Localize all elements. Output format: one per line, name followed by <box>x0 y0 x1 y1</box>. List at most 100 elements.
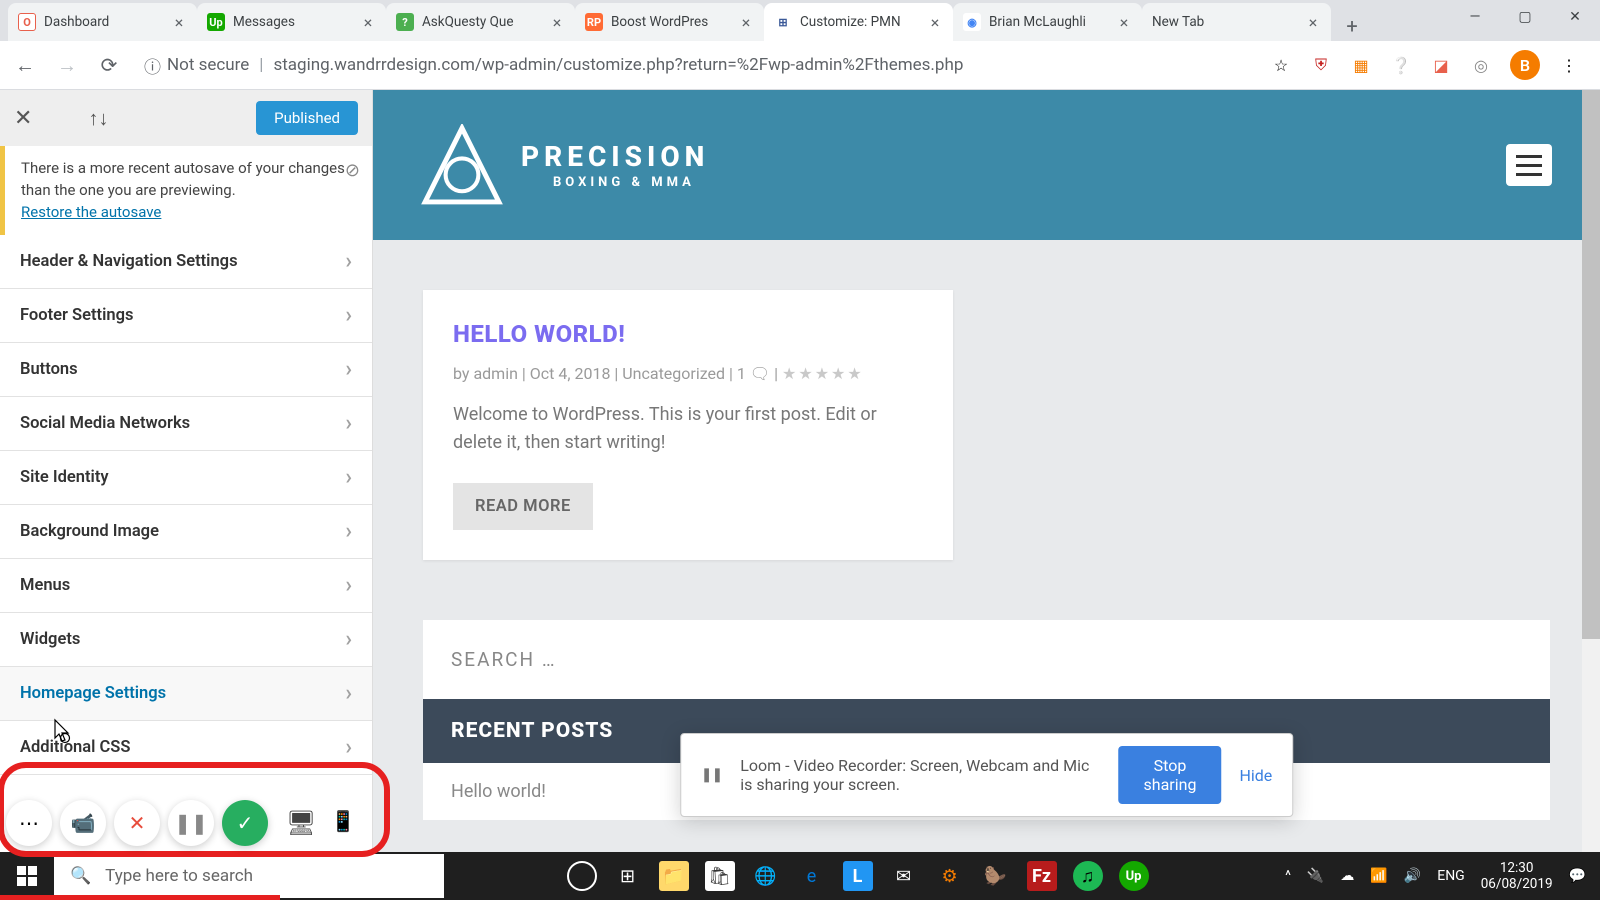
loom-camera-button[interactable]: 📹 <box>60 800 106 846</box>
loom-cancel-button[interactable]: ✕ <box>114 800 160 846</box>
volume-icon[interactable]: 🔊 <box>1404 868 1421 884</box>
tab-new-tab[interactable]: New Tab× <box>1142 3 1331 41</box>
tab-brian[interactable]: ◉Brian McLaughli× <box>953 3 1142 41</box>
filezilla-icon[interactable]: Fz <box>1027 861 1057 891</box>
wifi-icon[interactable]: 📶 <box>1370 868 1387 884</box>
post-title[interactable]: HELLO WORLD! <box>453 320 923 348</box>
panel-footer[interactable]: Footer Settings› <box>0 289 372 343</box>
post-card: HELLO WORLD! by admin | Oct 4, 2018 | Un… <box>423 290 953 560</box>
panel-additional-css[interactable]: Additional CSS› <box>0 721 372 775</box>
close-icon[interactable]: × <box>360 14 376 30</box>
file-explorer-icon[interactable]: 📁 <box>659 861 689 891</box>
chevron-right-icon: › <box>345 303 352 328</box>
notifications-icon[interactable]: 💬 <box>1569 868 1586 884</box>
tab-boost-wp[interactable]: RPBoost WordPres× <box>575 3 764 41</box>
forward-button: → <box>52 50 82 80</box>
dismiss-notice-icon[interactable]: ⊘ <box>345 158 360 184</box>
close-icon[interactable]: × <box>738 14 754 30</box>
panel-homepage-settings[interactable]: Homepage Settings› <box>0 667 372 721</box>
clock[interactable]: 12:30 06/08/2019 <box>1481 860 1553 892</box>
chevron-right-icon: › <box>345 357 352 382</box>
vertical-scrollbar[interactable] <box>1582 90 1600 852</box>
reload-button[interactable]: ⟳ <box>94 50 124 80</box>
upwork-icon[interactable]: Up <box>1119 861 1149 891</box>
panel-site-identity[interactable]: Site Identity› <box>0 451 372 505</box>
desktop-icon[interactable]: 🖥 <box>286 809 316 837</box>
star-icon[interactable]: ☆ <box>1270 54 1292 76</box>
close-icon[interactable]: × <box>927 14 943 30</box>
panel-social[interactable]: Social Media Networks› <box>0 397 372 451</box>
app-icon[interactable]: 🦫 <box>981 861 1011 891</box>
chevron-right-icon: › <box>345 735 352 760</box>
hide-share-button[interactable]: Hide <box>1239 766 1272 785</box>
close-icon[interactable]: × <box>1305 14 1321 30</box>
close-icon[interactable]: × <box>171 14 187 30</box>
new-tab-button[interactable]: + <box>1337 11 1367 41</box>
mobile-icon[interactable]: 📱 <box>330 809 355 837</box>
search-input[interactable]: SEARCH … <box>423 620 1550 699</box>
tab-strip: ODashboard× UpMessages× ?AskQuesty Que× … <box>0 0 1600 41</box>
panel-background[interactable]: Background Image› <box>0 505 372 559</box>
mail-icon[interactable]: ✉ <box>889 861 919 891</box>
site-header: PRECISION BOXING & MMA <box>373 90 1600 240</box>
site-logo[interactable]: PRECISION BOXING & MMA <box>421 124 709 206</box>
loom-controls: ⋯ 📹 ✕ ❚❚ ✓ 🖥 📱 <box>6 800 355 846</box>
menu-icon[interactable]: ⋮ <box>1558 54 1580 76</box>
loom-done-button[interactable]: ✓ <box>222 800 268 846</box>
cortana-icon[interactable] <box>567 861 597 891</box>
ext-icon-2[interactable]: ❔ <box>1390 54 1412 76</box>
tab-askquesty[interactable]: ?AskQuesty Que× <box>386 3 575 41</box>
stop-sharing-button[interactable]: Stop sharing <box>1119 746 1222 804</box>
chrome-icon[interactable]: 🌐 <box>751 861 781 891</box>
panel-buttons[interactable]: Buttons› <box>0 343 372 397</box>
ext-icon-3[interactable]: ◪ <box>1430 54 1452 76</box>
ext-icon-1[interactable]: ▦ <box>1350 54 1372 76</box>
published-button[interactable]: Published <box>256 101 358 135</box>
tab-dashboard[interactable]: ODashboard× <box>8 3 197 41</box>
back-button[interactable]: ← <box>10 50 40 80</box>
loom-pause-button[interactable]: ❚❚ <box>168 800 214 846</box>
chevron-right-icon: › <box>345 627 352 652</box>
toggle-icon[interactable]: ↑↓ <box>88 106 108 131</box>
panel-menus[interactable]: Menus› <box>0 559 372 613</box>
annotation-underline <box>0 895 280 900</box>
read-more-button[interactable]: READ MORE <box>453 483 593 530</box>
window-close-icon[interactable]: ✕ <box>1550 0 1600 34</box>
start-button[interactable] <box>0 852 54 900</box>
task-view-icon[interactable]: ⊞ <box>613 861 643 891</box>
battery-icon[interactable]: 🔌 <box>1307 868 1324 884</box>
close-icon[interactable]: × <box>1116 14 1132 30</box>
app-l-icon[interactable]: L <box>843 861 873 891</box>
url-field[interactable]: ⓘNot secure | staging.wandrrdesign.com/w… <box>136 53 1258 78</box>
close-customizer-button[interactable]: ✕ <box>14 106 32 131</box>
restore-autosave-link[interactable]: Restore the autosave <box>21 203 161 221</box>
tab-messages[interactable]: UpMessages× <box>197 3 386 41</box>
ext-icon-4[interactable]: ◎ <box>1470 54 1492 76</box>
cloud-icon[interactable]: ☁ <box>1340 868 1354 884</box>
language-indicator[interactable]: ENG <box>1437 868 1464 884</box>
settings-icon[interactable]: ⚙ <box>935 861 965 891</box>
edge-icon[interactable]: e <box>797 861 827 891</box>
shield-icon[interactable]: ⛨ <box>1310 54 1332 76</box>
system-tray: ^ 🔌 ☁ 📶 🔊 ENG 12:30 06/08/2019 💬 <box>1271 860 1600 892</box>
panel-widgets[interactable]: Widgets› <box>0 613 372 667</box>
chevron-right-icon: › <box>345 573 352 598</box>
store-icon[interactable]: 🛍 <box>705 861 735 891</box>
close-icon[interactable]: × <box>549 14 565 30</box>
spotify-icon[interactable]: ♫ <box>1073 861 1103 891</box>
url-text: staging.wandrrdesign.com/wp-admin/custom… <box>273 55 963 75</box>
windows-taskbar: 🔍 Type here to search ⊞ 📁 🛍 🌐 e L ✉ ⚙ 🦫 … <box>0 852 1600 900</box>
loom-more-button[interactable]: ⋯ <box>6 800 52 846</box>
hamburger-menu-button[interactable] <box>1506 144 1552 186</box>
info-icon: ⓘ <box>144 53 161 78</box>
window-minimize-icon[interactable]: ― <box>1450 0 1500 34</box>
tray-chevron-icon[interactable]: ^ <box>1285 868 1291 884</box>
panel-header-nav[interactable]: Header & Navigation Settings› <box>0 235 372 289</box>
tab-customize[interactable]: ⊞Customize: PMN× <box>764 3 953 41</box>
browser-chrome: ODashboard× UpMessages× ?AskQuesty Que× … <box>0 0 1600 90</box>
pause-icon[interactable]: ❚❚ <box>701 767 722 783</box>
window-maximize-icon[interactable]: ▢ <box>1500 0 1550 34</box>
chevron-right-icon: › <box>345 411 352 436</box>
taskbar-search[interactable]: 🔍 Type here to search <box>54 854 444 898</box>
profile-avatar[interactable]: B <box>1510 50 1540 80</box>
